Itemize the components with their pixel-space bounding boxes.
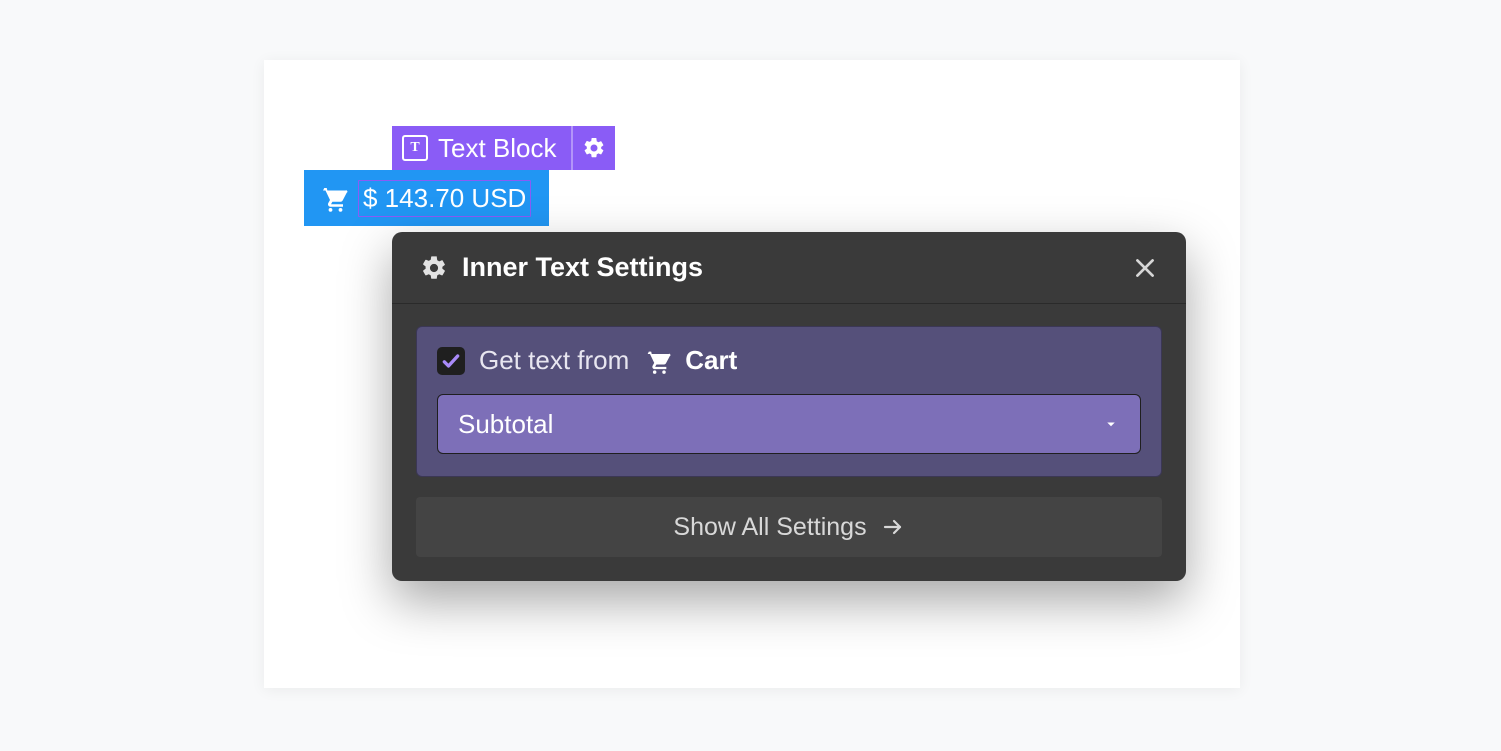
cart-price-text: $ 143.70 USD [358, 180, 531, 217]
cart-icon [643, 347, 671, 375]
element-label: T Text Block [392, 126, 615, 170]
source-row: Get text from Cart [437, 345, 1141, 376]
field-select-value: Subtotal [458, 409, 553, 440]
element-settings-button[interactable] [571, 126, 615, 170]
gear-icon [420, 254, 448, 282]
element-label-text: Text Block [438, 133, 557, 164]
panel-header: Inner Text Settings [392, 232, 1186, 304]
panel-title: Inner Text Settings [462, 252, 1132, 283]
cart-icon [318, 183, 348, 213]
element-label-main[interactable]: T Text Block [392, 126, 571, 170]
cart-button[interactable]: $ 143.70 USD [304, 170, 549, 226]
arrow-right-icon [881, 515, 905, 539]
close-button[interactable] [1132, 255, 1158, 281]
get-text-checkbox[interactable] [437, 347, 465, 375]
check-icon [441, 351, 461, 371]
inner-text-settings-panel: Inner Text Settings Get text from [392, 232, 1186, 581]
gear-icon [582, 136, 606, 160]
source-name: Cart [685, 345, 737, 376]
canvas-area: T Text Block $ 143.70 USD Inner Text Set… [264, 60, 1240, 688]
chevron-down-icon [1102, 415, 1120, 433]
source-box: Get text from Cart Subtotal [416, 326, 1162, 477]
show-all-label: Show All Settings [673, 513, 866, 542]
field-select[interactable]: Subtotal [437, 394, 1141, 454]
get-text-label: Get text from [479, 345, 629, 376]
show-all-settings-button[interactable]: Show All Settings [416, 497, 1162, 557]
close-icon [1132, 255, 1158, 281]
text-block-icon: T [402, 135, 428, 161]
panel-body: Get text from Cart Subtotal Sho [392, 304, 1186, 581]
